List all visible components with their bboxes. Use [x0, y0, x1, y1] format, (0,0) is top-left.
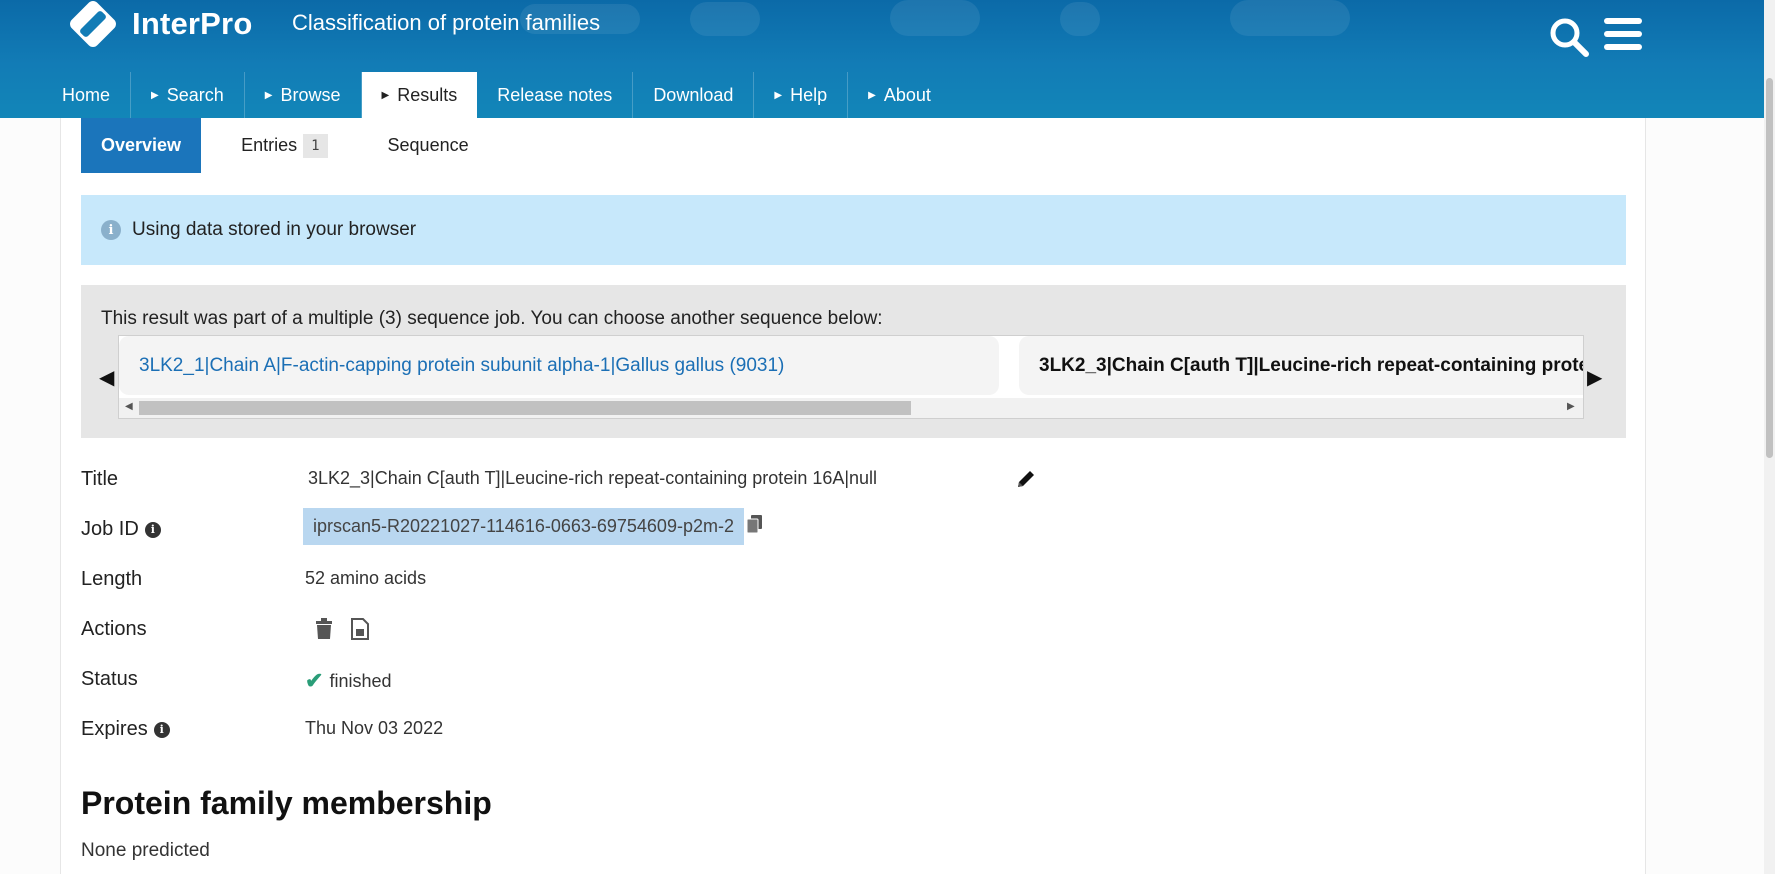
main-nav: Home ▶ Search ▶ Browse ▶ Results Release no…	[42, 72, 951, 118]
scroll-right-icon[interactable]: ▶	[1567, 401, 1575, 412]
search-icon[interactable]	[1548, 16, 1590, 58]
jobid-value[interactable]: iprscan5-R20221027-114616-0663-69754609-…	[303, 508, 744, 545]
scroll-right-arrow-icon[interactable]: ▶	[1587, 365, 1602, 390]
actions-label: Actions	[81, 618, 147, 640]
sequence-selector: 3LK2_1|Chain A|F-actin-capping protein s…	[118, 335, 1584, 419]
copy-icon[interactable]	[746, 514, 764, 539]
length-row: Length 52 amino acids	[81, 558, 1081, 598]
site-tagline: Classification of protein families	[292, 10, 601, 35]
scroll-left-icon[interactable]: ◀	[125, 401, 133, 412]
none-predicted-text: None predicted	[81, 840, 210, 861]
caret-right-icon: ▶	[264, 89, 273, 101]
hamburger-menu-icon[interactable]	[1604, 18, 1642, 52]
title-label: Title	[81, 468, 119, 490]
save-file-icon[interactable]	[350, 618, 370, 645]
title-value: 3LK2_3|Chain C[auth T]|Leucine-rich repe…	[308, 468, 878, 488]
nav-search[interactable]: ▶ Search	[131, 72, 245, 118]
expires-label: Expires i	[81, 718, 170, 741]
nav-home[interactable]: Home	[42, 72, 132, 118]
sequence-option-current: 3LK2_3|Chain C[auth T]|Leucine-rich repe…	[1019, 336, 1583, 395]
caret-right-icon: ▶	[151, 89, 159, 101]
page-scrollbar[interactable]	[1764, 0, 1775, 874]
nav-help[interactable]: ▶ Help	[754, 72, 849, 118]
multi-sequence-box: This result was part of a multiple (3) s…	[81, 285, 1626, 438]
expires-info-icon[interactable]: i	[153, 721, 170, 738]
header-decoration	[1230, 0, 1350, 36]
status-value: finished	[329, 670, 392, 691]
caret-right-icon: ▶	[868, 89, 876, 101]
site-header: InterPro Classification of protein famil…	[0, 0, 1764, 118]
length-label: Length	[81, 568, 143, 590]
interpro-logo[interactable]: InterPro	[70, 0, 252, 48]
nav-results[interactable]: ▶ Results	[361, 72, 478, 118]
caret-right-icon: ▶	[774, 89, 783, 101]
header-decoration	[1060, 2, 1100, 36]
actions-row: Actions	[81, 608, 1081, 648]
trash-icon[interactable]	[314, 618, 334, 645]
result-tabs: Overview Entries 1 Sequence	[81, 118, 509, 173]
title-row: Title 3LK2_3|Chain C[auth T]|Leucine-ric…	[81, 458, 1081, 498]
tab-sequence[interactable]: Sequence	[368, 118, 489, 173]
jobid-row: Job ID i iprscan5-R20221027-114616-0663-6…	[81, 508, 1081, 548]
jobid-label: Job ID i	[81, 518, 161, 541]
horizontal-scrollbar-thumb[interactable]	[139, 401, 911, 415]
length-value-link[interactable]: 52 amino acids	[305, 568, 426, 589]
edit-pencil-icon[interactable]	[1015, 468, 1037, 495]
header-decoration	[890, 0, 980, 36]
info-icon: i	[101, 220, 121, 240]
sequence-horizontal-scrollbar[interactable]: ◀ ▶	[119, 398, 1583, 418]
nav-browse[interactable]: ▶ Browse	[245, 72, 362, 118]
nav-release-notes[interactable]: Release notes	[477, 72, 634, 118]
nav-download[interactable]: Download	[633, 72, 755, 118]
logo-text: InterPro	[132, 6, 253, 41]
multi-sequence-text: This result was part of a multiple (3) s…	[101, 308, 883, 329]
status-row: Status ✔ finished	[81, 658, 1081, 698]
checkmark-icon: ✔	[305, 668, 324, 693]
jobid-info-icon[interactable]: i	[144, 521, 161, 538]
callout-text: Using data stored in your browser	[132, 219, 417, 240]
page-scrollbar-thumb[interactable]	[1766, 78, 1773, 458]
header-decoration	[690, 2, 760, 36]
jobid-value-wrap: iprscan5-R20221027-114616-0663-69754609-…	[303, 508, 764, 545]
scroll-left-arrow-icon[interactable]: ◀	[99, 365, 114, 390]
tab-overview[interactable]: Overview	[81, 118, 202, 173]
protein-family-heading: Protein family membership	[81, 785, 492, 821]
status-label: Status	[81, 668, 138, 690]
sequence-option-link[interactable]: 3LK2_1|Chain A|F-actin-capping protein s…	[119, 336, 999, 395]
browser-data-callout: i Using data stored in your browser	[81, 195, 1626, 265]
expires-row: Expires i Thu Nov 03 2022	[81, 708, 1081, 748]
expires-value: Thu Nov 03 2022	[305, 718, 444, 738]
actions-icons	[314, 618, 370, 645]
caret-right-icon: ▶	[381, 89, 390, 101]
interpro-logo-icon	[70, 1, 116, 47]
nav-about[interactable]: ▶ About	[848, 72, 951, 118]
status-value-wrap: ✔ finished	[305, 668, 391, 694]
tab-entries[interactable]: Entries 1	[221, 118, 347, 173]
entries-count-badge: 1	[303, 133, 328, 158]
